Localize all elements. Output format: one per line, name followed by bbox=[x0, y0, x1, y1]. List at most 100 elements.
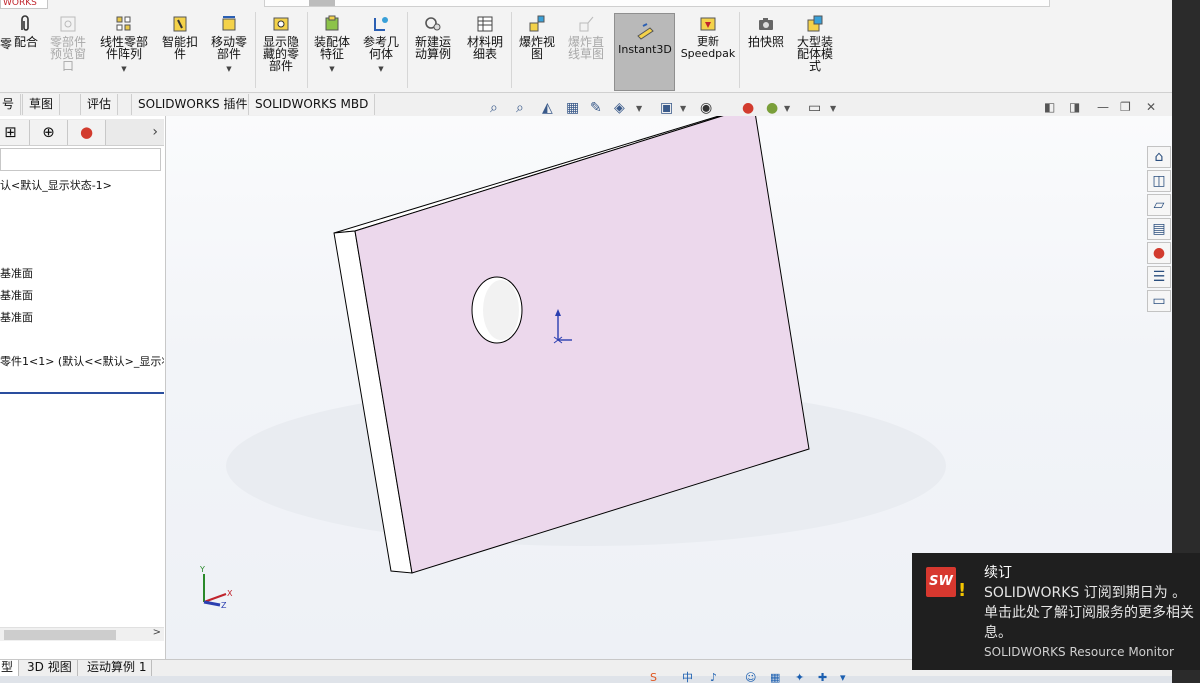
design-library-icon[interactable]: ◫ bbox=[1147, 170, 1171, 192]
instant3d-button[interactable]: Instant3D bbox=[615, 22, 675, 56]
notification-body-line: 单击此处了解订阅服务的更多相关 bbox=[984, 605, 1194, 621]
tree-root-node[interactable]: 认<默认_显示状态-1> bbox=[0, 177, 112, 193]
solidworks-resources-icon[interactable]: ⌂ bbox=[1147, 146, 1171, 168]
tree-component-part1[interactable]: 零件1<1> (默认<<默认>_显示状 bbox=[0, 353, 164, 369]
ime-language-indicator[interactable]: 中 bbox=[682, 672, 693, 683]
view-palette-icon[interactable]: ▤ bbox=[1147, 218, 1171, 240]
chevron-down-icon[interactable]: ▼ bbox=[784, 100, 790, 117]
ribbon-cut-button[interactable]: 零 bbox=[0, 38, 12, 50]
minimize-icon[interactable]: — bbox=[1097, 100, 1109, 114]
tree-plane-right[interactable]: 基准面 bbox=[0, 309, 33, 325]
assembly-features-button[interactable]: 装配体 特征 ▼ bbox=[310, 14, 354, 75]
tray-icon[interactable]: ☺ bbox=[745, 672, 756, 683]
edit-appearance-icon[interactable]: ● bbox=[742, 100, 754, 117]
scroll-right-icon[interactable]: > bbox=[153, 627, 161, 638]
ribbon-separator bbox=[255, 12, 256, 88]
file-explorer-icon[interactable]: ▱ bbox=[1147, 194, 1171, 216]
chevron-right-icon[interactable]: › bbox=[152, 124, 158, 140]
paperclip-icon bbox=[16, 14, 36, 34]
linear-pattern-dropdown-icon[interactable]: ▼ bbox=[97, 63, 151, 75]
close-icon[interactable]: ✕ bbox=[1146, 100, 1156, 114]
tray-icon[interactable]: ♪ bbox=[710, 672, 717, 683]
dynamic-annotation-icon[interactable]: ✎ bbox=[590, 100, 602, 117]
update-speedpak-button[interactable]: 更新 Speedpak bbox=[680, 14, 736, 60]
view-settings-icon[interactable]: ▭ bbox=[808, 100, 821, 117]
reference-geometry-dropdown-icon[interactable]: ▼ bbox=[358, 63, 404, 75]
ribbon-separator bbox=[307, 12, 308, 88]
take-snapshot-button[interactable]: 拍快照 bbox=[744, 14, 788, 48]
large-assembly-icon bbox=[805, 14, 825, 34]
renewal-notification-toast[interactable]: SW ! 续订 SOLIDWORKS 订阅到期日为 。 单击此处了解订阅服务的更… bbox=[912, 553, 1200, 670]
section-view-icon[interactable]: ▦ bbox=[566, 100, 579, 117]
speedpak-icon bbox=[698, 14, 718, 34]
plate-hole-inner bbox=[483, 280, 519, 340]
ribbon-separator bbox=[739, 12, 740, 88]
move-component-dropdown-icon[interactable]: ▼ bbox=[206, 63, 252, 75]
notification-source: SOLIDWORKS Resource Monitor bbox=[984, 645, 1174, 659]
triad-z-label: Z bbox=[221, 601, 227, 610]
tray-icon[interactable]: ▦ bbox=[770, 672, 780, 683]
notification-body[interactable]: SOLIDWORKS 订阅到期日为 。 单击此处了解订阅服务的更多相关 息。 bbox=[984, 583, 1200, 643]
tab-evaluate[interactable]: 评估 bbox=[80, 94, 119, 115]
panel-collapse-icon[interactable]: ◧ bbox=[1044, 100, 1055, 114]
tray-icon[interactable]: ✦ bbox=[795, 672, 804, 683]
chevron-down-icon[interactable]: ▼ bbox=[636, 100, 642, 117]
tab-cut[interactable]: 号 bbox=[0, 94, 22, 115]
tree-plane-front[interactable]: 基准面 bbox=[0, 265, 33, 281]
bill-of-materials-button[interactable]: 材料明 细表 bbox=[463, 14, 507, 60]
restore-icon[interactable]: ❐ bbox=[1120, 100, 1131, 114]
previous-view-icon[interactable]: ◭ bbox=[542, 100, 553, 117]
forum-icon[interactable]: ▭ bbox=[1147, 290, 1171, 312]
chevron-down-icon[interactable]: ▼ bbox=[830, 100, 836, 117]
configuration-manager-tab[interactable]: ⊞ bbox=[0, 120, 30, 145]
quick-access-highlight bbox=[309, 0, 335, 6]
tab-model[interactable]: 型 bbox=[0, 660, 20, 676]
mate-button[interactable]: 配合 bbox=[12, 14, 40, 48]
command-tab-row: 号 草图 评估 SOLIDWORKS 插件 SOLIDWORKS MBD bbox=[0, 93, 1172, 116]
tree-plane-top[interactable]: 基准面 bbox=[0, 287, 33, 303]
tab-solidworks-addins[interactable]: SOLIDWORKS 插件 bbox=[131, 94, 255, 115]
feature-tree-filter-input[interactable] bbox=[0, 148, 161, 171]
zoom-to-area-icon[interactable]: ⌕ bbox=[516, 100, 524, 117]
custom-properties-icon[interactable]: ☰ bbox=[1147, 266, 1171, 288]
tray-icon[interactable]: ▾ bbox=[840, 672, 846, 683]
new-motion-study-button[interactable]: 新建运 动算例 bbox=[410, 14, 456, 60]
windows-taskbar bbox=[0, 676, 1200, 683]
ribbon-separator bbox=[407, 12, 408, 88]
exploded-view-button[interactable]: 爆炸视 图 bbox=[514, 14, 560, 60]
component-preview-button[interactable]: 零部件 预览窗 口 bbox=[46, 14, 90, 72]
linear-pattern-icon bbox=[114, 14, 134, 34]
panel-horizontal-scrollbar[interactable]: > bbox=[0, 627, 164, 641]
panel-expand-icon[interactable]: ◨ bbox=[1069, 100, 1080, 114]
display-style-icon[interactable]: ▣ bbox=[660, 100, 673, 117]
notification-body-line: SOLIDWORKS 订阅到期日为 。 bbox=[984, 585, 1187, 601]
move-component-button[interactable]: 移动零 部件 ▼ bbox=[206, 14, 252, 75]
dimxpert-tab[interactable]: ⊕ bbox=[30, 120, 68, 145]
tab-3d-views[interactable]: 3D 视图 bbox=[22, 660, 78, 676]
scrollbar-thumb[interactable] bbox=[4, 630, 116, 640]
motion-study-icon bbox=[423, 14, 443, 34]
chevron-down-icon[interactable]: ▼ bbox=[680, 100, 686, 117]
tab-motion-study-1[interactable]: 运动算例 1 bbox=[82, 660, 153, 676]
explode-line-sketch-button[interactable]: 爆炸直 线草图 bbox=[563, 14, 609, 60]
large-assembly-mode-button[interactable]: 大型装 配体模 式 bbox=[792, 14, 838, 72]
view-orientation-icon[interactable]: ◈ bbox=[614, 100, 625, 117]
appearances-icon[interactable]: ● bbox=[1147, 242, 1171, 264]
tab-sketch[interactable]: 草图 bbox=[22, 94, 61, 115]
linear-pattern-button[interactable]: 线性零部 件阵列 ▼ bbox=[97, 14, 151, 75]
smart-fasteners-button[interactable]: 智能扣 件 bbox=[158, 14, 202, 60]
zoom-to-fit-icon[interactable]: ⌕ bbox=[490, 100, 498, 117]
tree-rollback-bar[interactable] bbox=[0, 392, 164, 394]
move-component-icon bbox=[219, 14, 239, 34]
sogou-ime-icon[interactable]: S bbox=[650, 672, 657, 683]
reference-geometry-button[interactable]: 参考几 何体 ▼ bbox=[358, 14, 404, 75]
instant3d-icon bbox=[635, 22, 655, 42]
ribbon-separator bbox=[511, 12, 512, 88]
tray-icon[interactable]: ✚ bbox=[818, 672, 827, 683]
assembly-features-dropdown-icon[interactable]: ▼ bbox=[310, 63, 354, 75]
show-hidden-components-button[interactable]: 显示隐 藏的零 部件 bbox=[258, 14, 304, 72]
tab-solidworks-mbd[interactable]: SOLIDWORKS MBD bbox=[248, 94, 376, 115]
apply-scene-icon[interactable]: ● bbox=[766, 100, 778, 117]
hide-show-items-icon[interactable]: ◉ bbox=[700, 100, 712, 117]
display-manager-tab[interactable]: ● bbox=[68, 120, 106, 145]
